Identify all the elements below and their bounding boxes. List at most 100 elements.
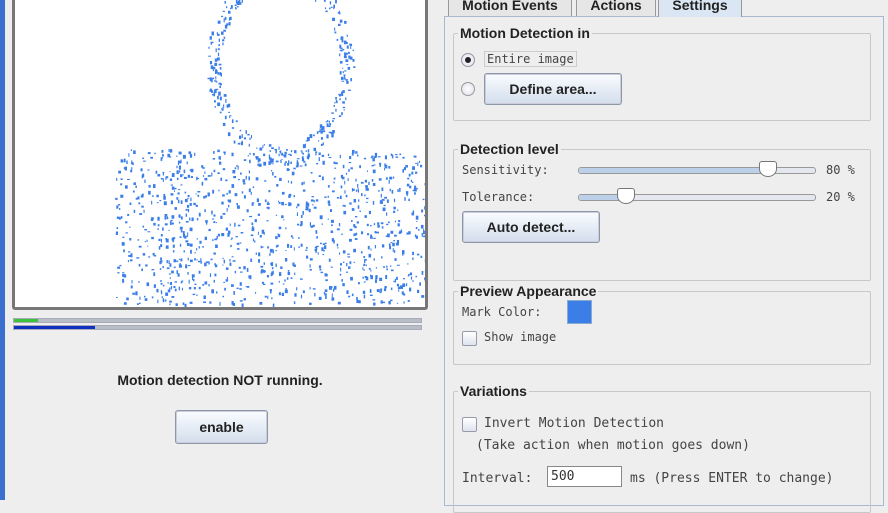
motion-mark bbox=[303, 190, 306, 192]
show-image-label[interactable]: Show image bbox=[484, 330, 556, 344]
motion-mark bbox=[377, 222, 379, 225]
motion-mark bbox=[329, 8, 331, 10]
motion-mark bbox=[223, 123, 226, 126]
motion-mark bbox=[126, 232, 128, 233]
motion-mark bbox=[232, 184, 235, 188]
motion-mark bbox=[388, 222, 390, 224]
motion-mark bbox=[346, 195, 348, 198]
motion-mark bbox=[303, 290, 305, 293]
motion-mark bbox=[343, 107, 345, 108]
motion-mark bbox=[169, 301, 172, 303]
motion-mark bbox=[404, 197, 405, 201]
motion-mark bbox=[171, 271, 174, 274]
auto-detect-button[interactable]: Auto detect... bbox=[462, 211, 600, 243]
motion-mark bbox=[364, 259, 365, 263]
define-area-button[interactable]: Define area... bbox=[484, 73, 622, 105]
motion-mark bbox=[364, 281, 366, 282]
slider-thumb[interactable] bbox=[759, 161, 777, 177]
motion-mark bbox=[304, 182, 305, 185]
motion-mark bbox=[130, 259, 133, 261]
show-image-checkbox[interactable] bbox=[462, 331, 477, 346]
motion-mark bbox=[214, 100, 216, 102]
motion-mark bbox=[161, 234, 163, 236]
motion-mark bbox=[393, 207, 396, 210]
motion-mark bbox=[323, 254, 325, 255]
motion-mark bbox=[121, 159, 124, 162]
motion-mark bbox=[285, 258, 287, 262]
motion-mark bbox=[208, 261, 209, 264]
motion-mark bbox=[370, 237, 373, 239]
slider-thumb[interactable] bbox=[617, 188, 635, 204]
motion-mark bbox=[297, 160, 299, 163]
motion-mark bbox=[324, 197, 326, 198]
motion-mark bbox=[349, 156, 351, 159]
motion-mark bbox=[263, 154, 265, 157]
motion-mark bbox=[216, 48, 217, 52]
motion-mark bbox=[378, 156, 381, 157]
motion-mark bbox=[249, 144, 250, 147]
motion-mark bbox=[328, 154, 329, 156]
motion-mark bbox=[370, 275, 371, 277]
motion-mark bbox=[154, 284, 156, 288]
motion-mark bbox=[423, 229, 424, 231]
motion-mark bbox=[395, 221, 396, 223]
sensitivity-slider[interactable] bbox=[578, 167, 816, 174]
tolerance-slider[interactable] bbox=[578, 194, 816, 201]
enable-button[interactable]: enable bbox=[175, 410, 268, 444]
motion-mark bbox=[382, 226, 384, 228]
motion-mark bbox=[214, 263, 216, 265]
motion-mark bbox=[126, 161, 127, 165]
motion-mark bbox=[139, 297, 140, 300]
motion-mark bbox=[159, 246, 161, 250]
motion-mark bbox=[189, 151, 192, 154]
motion-mark bbox=[147, 240, 148, 242]
motion-mark bbox=[211, 259, 213, 261]
motion-mark bbox=[378, 190, 380, 191]
motion-mark bbox=[220, 178, 222, 181]
motion-mark bbox=[121, 178, 123, 180]
motion-mark bbox=[337, 228, 340, 230]
motion-mark bbox=[240, 242, 242, 243]
motion-mark bbox=[384, 288, 386, 291]
motion-mark bbox=[219, 86, 221, 88]
tab-actions[interactable]: Actions bbox=[576, 0, 656, 16]
motion-mark bbox=[389, 177, 392, 180]
motion-mark bbox=[328, 204, 330, 206]
motion-mark bbox=[344, 21, 347, 24]
motion-mark bbox=[303, 153, 305, 155]
entire-image-radio[interactable] bbox=[461, 53, 475, 67]
motion-mark bbox=[314, 200, 315, 202]
mark-color-swatch[interactable] bbox=[567, 300, 592, 324]
motion-mark bbox=[341, 36, 343, 39]
tab-settings[interactable]: Settings bbox=[658, 0, 742, 17]
motion-mark bbox=[287, 244, 289, 248]
invert-label[interactable]: Invert Motion Detection bbox=[484, 416, 664, 431]
tab-motion-events[interactable]: Motion Events bbox=[448, 0, 572, 16]
motion-mark bbox=[355, 238, 358, 240]
motion-mark bbox=[213, 70, 214, 72]
motion-mark bbox=[415, 172, 417, 174]
motion-mark bbox=[139, 246, 142, 248]
motion-mark bbox=[241, 232, 244, 234]
entire-image-label[interactable]: Entire image bbox=[484, 51, 577, 67]
motion-mark bbox=[366, 198, 369, 199]
motion-mark bbox=[182, 281, 184, 282]
motion-mark bbox=[215, 69, 217, 72]
invert-checkbox[interactable] bbox=[462, 417, 477, 432]
motion-mark bbox=[377, 225, 379, 228]
motion-mark bbox=[233, 260, 236, 262]
motion-mark bbox=[178, 162, 179, 166]
motion-mark bbox=[318, 252, 319, 255]
motion-mark bbox=[161, 290, 162, 293]
define-area-radio[interactable] bbox=[461, 82, 475, 96]
motion-mark bbox=[315, 153, 316, 155]
motion-mark bbox=[211, 289, 214, 293]
motion-mark bbox=[290, 162, 292, 164]
motion-mark bbox=[123, 249, 125, 252]
motion-mark bbox=[419, 161, 420, 163]
motion-mark bbox=[334, 178, 336, 180]
motion-mark bbox=[350, 277, 353, 281]
motion-mark bbox=[310, 287, 311, 290]
interval-input[interactable] bbox=[547, 466, 622, 487]
motion-mark bbox=[204, 263, 207, 267]
